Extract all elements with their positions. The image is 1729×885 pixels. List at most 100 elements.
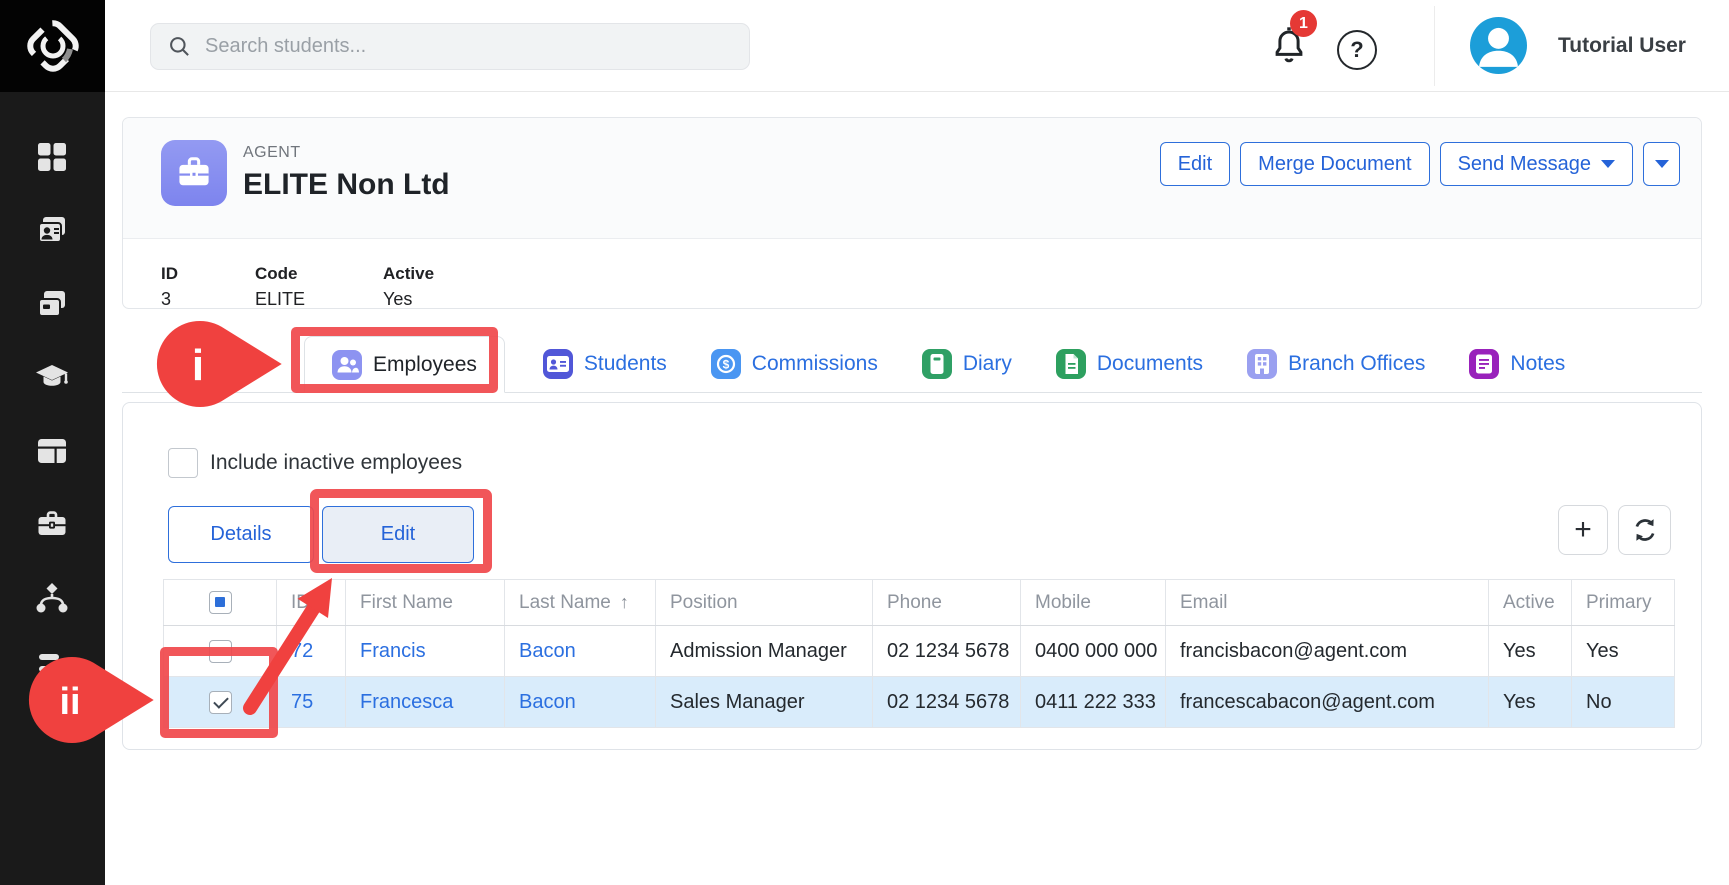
col-header-active[interactable]: Active xyxy=(1489,580,1572,626)
cell-last-name: Bacon xyxy=(505,677,656,728)
agents-icon[interactable] xyxy=(35,507,69,541)
students-icon[interactable] xyxy=(35,360,69,394)
agent-card: AGENT ELITE Non Ltd Edit Merge Document … xyxy=(122,117,1702,309)
topbar-divider xyxy=(1434,6,1435,86)
tab-diary[interactable]: Diary xyxy=(922,336,1012,392)
row-checkbox-cell xyxy=(164,677,277,728)
notification-badge: 1 xyxy=(1290,10,1317,37)
field-label-id: ID xyxy=(161,264,178,284)
tab-documents[interactable]: Documents xyxy=(1056,336,1203,392)
tab-students[interactable]: Students xyxy=(543,336,667,392)
tab-commissions-label: Commissions xyxy=(752,352,878,376)
employee-last-name-link[interactable]: Bacon xyxy=(519,691,576,713)
merge-document-button[interactable]: Merge Document xyxy=(1240,142,1429,186)
send-message-button[interactable]: Send Message xyxy=(1440,142,1633,186)
cell-primary: Yes xyxy=(1572,626,1675,677)
layout-icon[interactable] xyxy=(35,434,69,468)
reports-icon[interactable] xyxy=(35,654,69,688)
cell-active: Yes xyxy=(1489,677,1572,728)
employee-first-name-link[interactable]: Francis xyxy=(360,640,426,662)
tab-documents-label: Documents xyxy=(1097,352,1203,376)
more-actions-button[interactable] xyxy=(1643,142,1680,186)
cell-id: 72 xyxy=(277,626,346,677)
user-silhouette-icon xyxy=(1470,17,1527,74)
chevron-down-icon xyxy=(1601,160,1615,168)
network-icon[interactable] xyxy=(35,581,69,615)
cell-primary: No xyxy=(1572,677,1675,728)
tab-diary-label: Diary xyxy=(963,352,1012,376)
refresh-button[interactable] xyxy=(1618,505,1671,555)
chevron-down-icon xyxy=(1655,160,1669,168)
dashboard-icon[interactable] xyxy=(35,140,69,174)
notifications-button[interactable]: 1 xyxy=(1268,24,1314,72)
employee-first-name-link[interactable]: Francesca xyxy=(360,691,453,713)
svg-text:$: $ xyxy=(722,358,729,372)
brand-logo-icon xyxy=(23,16,83,76)
cell-last-name: Bacon xyxy=(505,626,656,677)
notes-tab-icon xyxy=(1469,349,1499,379)
search-icon xyxy=(167,34,193,60)
edit-agent-button[interactable]: Edit xyxy=(1160,142,1230,186)
branch-offices-tab-icon xyxy=(1247,349,1277,379)
cell-first-name: Francis xyxy=(346,626,505,677)
cell-mobile: 0411 222 333 xyxy=(1021,677,1166,728)
search-box[interactable] xyxy=(150,23,750,70)
field-value-code: ELITE xyxy=(255,289,305,310)
select-all-cell xyxy=(164,580,277,626)
edit-agent-label: Edit xyxy=(1178,153,1212,176)
edit-employee-button[interactable]: Edit xyxy=(322,506,474,563)
entity-type-label: AGENT xyxy=(243,144,301,162)
app-root: 1 ? Tutorial User AGENT ELITE Non Ltd xyxy=(0,0,1729,885)
tab-students-label: Students xyxy=(584,352,667,376)
col-header-id[interactable]: ID xyxy=(277,580,346,626)
cell-phone: 02 1234 5678 xyxy=(873,677,1021,728)
col-header-primary[interactable]: Primary xyxy=(1572,580,1675,626)
employees-table: ID First Name Last Name↑ Position Phone … xyxy=(163,579,1675,728)
app-logo[interactable] xyxy=(0,0,105,92)
cards-icon[interactable] xyxy=(35,287,69,321)
field-label-active: Active xyxy=(383,264,434,284)
tab-employees[interactable]: Employees xyxy=(304,336,505,393)
sidebar xyxy=(0,0,105,885)
students-tab-icon xyxy=(543,349,573,379)
col-header-phone[interactable]: Phone xyxy=(873,580,1021,626)
tab-notes[interactable]: Notes xyxy=(1469,336,1565,392)
col-header-position[interactable]: Position xyxy=(656,580,873,626)
include-inactive-checkbox[interactable] xyxy=(168,448,198,478)
field-value-active: Yes xyxy=(383,289,412,310)
add-employee-button[interactable]: + xyxy=(1558,505,1608,555)
documents-tab-icon xyxy=(1056,349,1086,379)
table-row[interactable]: 72 Francis Bacon Admission Manager 02 12… xyxy=(164,626,1675,677)
search-input[interactable] xyxy=(205,35,725,58)
employee-last-name-link[interactable]: Bacon xyxy=(519,640,576,662)
send-message-label: Send Message xyxy=(1458,153,1591,176)
diary-tab-icon xyxy=(922,349,952,379)
refresh-icon xyxy=(1630,515,1660,545)
briefcase-icon xyxy=(173,152,215,194)
col-header-email[interactable]: Email xyxy=(1166,580,1489,626)
avatar[interactable] xyxy=(1470,17,1527,74)
tab-commissions[interactable]: $ Commissions xyxy=(711,336,878,392)
cell-active: Yes xyxy=(1489,626,1572,677)
employees-panel: Include inactive employees Details Edit … xyxy=(122,402,1702,750)
select-all-checkbox[interactable] xyxy=(209,591,232,614)
agent-tabs: Employees Students $ Commissions xyxy=(122,336,1702,393)
row-checkbox[interactable] xyxy=(209,640,232,663)
details-button[interactable]: Details xyxy=(168,506,314,563)
col-header-last-name[interactable]: Last Name↑ xyxy=(505,580,656,626)
col-header-first-name[interactable]: First Name xyxy=(346,580,505,626)
contacts-icon[interactable] xyxy=(35,213,69,247)
help-icon[interactable]: ? xyxy=(1337,30,1377,70)
cell-id: 75 xyxy=(277,677,346,728)
table-header-row: ID First Name Last Name↑ Position Phone … xyxy=(164,580,1675,626)
tab-branch-offices[interactable]: Branch Offices xyxy=(1247,336,1425,392)
table-row-selected[interactable]: 75 Francesca Bacon Sales Manager 02 1234… xyxy=(164,677,1675,728)
tab-notes-label: Notes xyxy=(1510,352,1565,376)
col-header-mobile[interactable]: Mobile xyxy=(1021,580,1166,626)
page-title: ELITE Non Ltd xyxy=(243,168,450,202)
employee-id-link[interactable]: 72 xyxy=(291,640,313,662)
row-checkbox-checked[interactable] xyxy=(209,691,232,714)
sort-asc-icon: ↑ xyxy=(620,592,629,612)
employee-id-link[interactable]: 75 xyxy=(291,691,313,713)
user-name[interactable]: Tutorial User xyxy=(1558,34,1686,58)
